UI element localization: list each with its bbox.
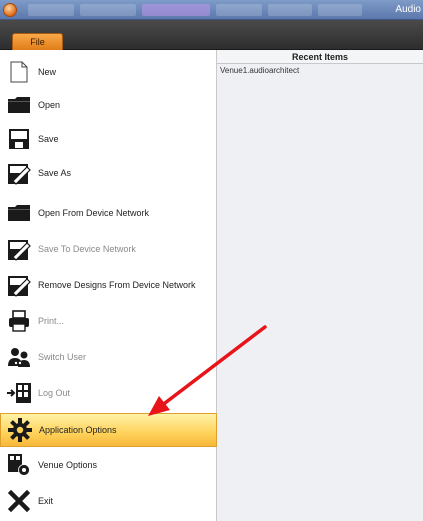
menu-item-label: Application Options [39, 425, 117, 435]
menu-item-application-options[interactable]: Application Options [0, 413, 217, 447]
menu-item-print[interactable]: Print... [0, 304, 217, 338]
ribbon-tab[interactable] [268, 4, 312, 16]
ribbon-tab[interactable] [142, 4, 210, 16]
menu-item-label: Save As [38, 168, 72, 178]
menu-item-label: Log Out [38, 388, 71, 398]
menu-item-switch-user[interactable]: Switch User [0, 340, 217, 374]
menu-item-save-to-device-network[interactable]: Save To Device Network [0, 232, 217, 266]
menu-item-exit[interactable]: Exit [0, 484, 217, 518]
save-as-icon [0, 268, 38, 302]
save-as-icon [0, 232, 38, 266]
menu-item-open[interactable]: Open [0, 88, 217, 122]
menu-item-label: Open [38, 100, 61, 110]
menu-item-label: Remove Designs From Device Network [38, 280, 196, 290]
menu-item-save-as[interactable]: Save As [0, 156, 217, 190]
menu-item-label: Switch User [38, 352, 87, 362]
file-menu: New Open Save Save As Open From Device N… [0, 50, 217, 521]
ribbon-tab[interactable] [80, 4, 136, 16]
users-icon [0, 340, 38, 374]
menu-item-label: Save To Device Network [38, 244, 136, 254]
recent-items-panel: Recent Items Venue1.audioarchitect [217, 50, 423, 521]
menu-item-remove-designs[interactable]: Remove Designs From Device Network [0, 268, 217, 302]
ribbon-tab[interactable] [318, 4, 362, 16]
menu-item-venue-options[interactable]: Venue Options [0, 448, 217, 482]
new-document-icon [0, 55, 38, 89]
recent-items-header: Recent Items [217, 50, 423, 64]
ribbon-tab[interactable] [28, 4, 74, 16]
venue-gear-icon [0, 448, 38, 482]
window-title-bar: Audio [0, 0, 423, 20]
menu-item-log-out[interactable]: Log Out [0, 376, 217, 410]
folder-icon [0, 196, 38, 230]
close-x-icon [0, 484, 38, 518]
menu-item-save[interactable]: Save [0, 122, 217, 156]
save-as-icon [0, 156, 38, 190]
folder-icon [0, 88, 38, 122]
app-title: Audio [395, 4, 421, 15]
file-tab[interactable]: File [12, 33, 63, 50]
file-tab-bar: File [0, 20, 423, 50]
menu-item-label: Save [38, 134, 59, 144]
app-logo-icon[interactable] [3, 3, 17, 17]
menu-item-open-from-device-network[interactable]: Open From Device Network [0, 196, 217, 230]
ribbon-tab[interactable] [216, 4, 262, 16]
menu-item-new[interactable]: New [0, 55, 217, 89]
gear-icon [1, 413, 39, 447]
menu-item-label: Open From Device Network [38, 208, 150, 218]
floppy-disk-icon [0, 122, 38, 156]
log-out-icon [0, 376, 38, 410]
menu-item-label: Venue Options [38, 460, 98, 470]
printer-icon [0, 304, 38, 338]
menu-item-label: New [38, 67, 57, 77]
menu-item-label: Exit [38, 496, 54, 506]
menu-item-label: Print... [38, 316, 65, 326]
recent-item[interactable]: Venue1.audioarchitect [217, 64, 423, 75]
